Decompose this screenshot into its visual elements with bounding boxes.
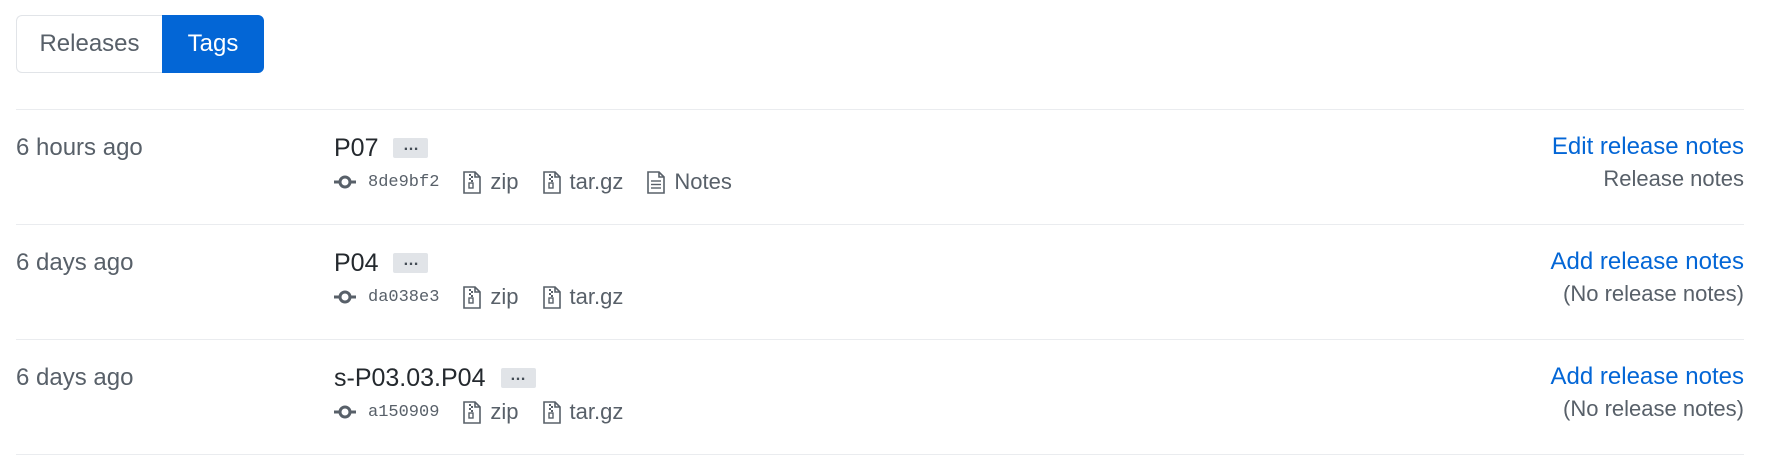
- file-text-icon: [647, 170, 666, 194]
- tag-meta: 8de9bf2 zip tar.gz Notes: [334, 167, 756, 197]
- tag-details: P04 … da038e3 zip tar.gz: [334, 247, 647, 312]
- targz-download-link[interactable]: tar.gz: [542, 284, 624, 310]
- tag-details: s-P03.03.P04 … a150909 zip tar.gz: [334, 362, 647, 427]
- commit-sha: da038e3: [368, 287, 440, 307]
- zip-label: zip: [490, 169, 519, 194]
- release-notes-actions: Add release notes (No release notes): [1551, 247, 1744, 309]
- commit-link[interactable]: a150909: [334, 403, 439, 422]
- commit-sha: a150909: [368, 402, 440, 422]
- no-release-notes-text: (No release notes): [1563, 396, 1744, 421]
- commit-link[interactable]: da038e3: [334, 288, 439, 307]
- notes-link[interactable]: Notes: [647, 169, 732, 195]
- git-commit-icon: [334, 290, 356, 304]
- tags-page: Releases Tags 6 hours ago P07 … 8de9bf2: [0, 0, 1774, 470]
- tag-title-line: P04 …: [334, 247, 647, 279]
- tag-list: 6 hours ago P07 … 8de9bf2 zip tar.gz Not…: [16, 109, 1744, 455]
- tag-meta: a150909 zip tar.gz: [334, 397, 647, 427]
- tag-date: 6 days ago: [16, 249, 134, 276]
- tag-name-link[interactable]: s-P03.03.P04: [334, 364, 486, 393]
- tag-date: 6 days ago: [16, 364, 134, 391]
- zip-download-link[interactable]: zip: [463, 169, 519, 195]
- zip-download-link[interactable]: zip: [463, 284, 519, 310]
- git-commit-icon: [334, 405, 356, 419]
- commit-link[interactable]: 8de9bf2: [334, 173, 439, 192]
- tag-title-line: s-P03.03.P04 …: [334, 362, 647, 394]
- git-commit-icon: [334, 175, 356, 189]
- release-notes-actions: Add release notes (No release notes): [1551, 362, 1744, 424]
- add-release-notes-link[interactable]: Add release notes: [1551, 247, 1744, 277]
- tag-row: 6 days ago s-P03.03.P04 … a150909 zip ta…: [16, 339, 1744, 455]
- targz-download-link[interactable]: tar.gz: [542, 399, 624, 425]
- file-zip-icon: [542, 400, 561, 424]
- notes-label: Notes: [674, 169, 732, 194]
- tab-tags[interactable]: Tags: [162, 15, 264, 73]
- add-release-notes-link[interactable]: Add release notes: [1551, 362, 1744, 392]
- targz-download-link[interactable]: tar.gz: [542, 169, 624, 195]
- release-notes-link[interactable]: Release notes: [1552, 164, 1744, 194]
- edit-release-notes-link[interactable]: Edit release notes: [1552, 132, 1744, 162]
- tag-name-link[interactable]: P07: [334, 134, 378, 163]
- tag-row: 6 days ago P04 … da038e3 zip tar.gz Add …: [16, 224, 1744, 339]
- tag-meta: da038e3 zip tar.gz: [334, 282, 647, 312]
- tab-releases[interactable]: Releases: [16, 15, 162, 73]
- release-notes-actions: Edit release notes Release notes: [1552, 132, 1744, 194]
- targz-label: tar.gz: [569, 284, 624, 309]
- tag-date: 6 hours ago: [16, 134, 143, 161]
- no-release-notes-text: (No release notes): [1563, 281, 1744, 306]
- zip-download-link[interactable]: zip: [463, 399, 519, 425]
- commit-sha: 8de9bf2: [368, 172, 440, 192]
- file-zip-icon: [463, 400, 482, 424]
- zip-label: zip: [490, 284, 519, 309]
- zip-label: zip: [490, 399, 519, 424]
- targz-label: tar.gz: [569, 169, 624, 194]
- releases-tags-tab-switch: Releases Tags: [16, 15, 264, 73]
- file-zip-icon: [542, 285, 561, 309]
- file-zip-icon: [463, 285, 482, 309]
- file-zip-icon: [542, 170, 561, 194]
- ellipsis-expander-button[interactable]: …: [393, 253, 429, 273]
- tag-row: 6 hours ago P07 … 8de9bf2 zip tar.gz Not…: [16, 109, 1744, 224]
- tag-name-link[interactable]: P04: [334, 249, 378, 278]
- tag-details: P07 … 8de9bf2 zip tar.gz Notes: [334, 132, 756, 197]
- file-zip-icon: [463, 170, 482, 194]
- ellipsis-expander-button[interactable]: …: [500, 368, 536, 388]
- ellipsis-expander-button[interactable]: …: [393, 138, 429, 158]
- targz-label: tar.gz: [569, 399, 624, 424]
- tag-title-line: P07 …: [334, 132, 756, 164]
